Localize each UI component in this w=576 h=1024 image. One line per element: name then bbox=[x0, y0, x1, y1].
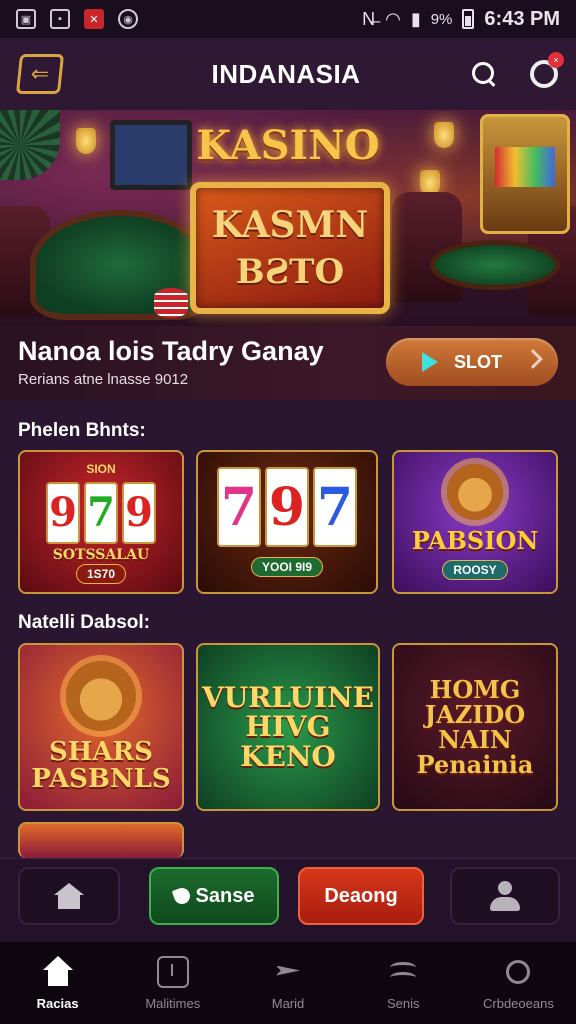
section-title: Natelli Dabsol: bbox=[18, 612, 150, 633]
slot-button-label: SLOT bbox=[454, 351, 502, 372]
notification-badge-icon: × bbox=[548, 52, 564, 68]
app-title: INDANASIA bbox=[211, 58, 361, 89]
clock-icon bbox=[156, 955, 189, 988]
camera-icon: ◉ bbox=[118, 9, 138, 29]
section-title: Phelen Bhnts: bbox=[18, 420, 146, 441]
nav-label: Racias bbox=[36, 995, 79, 1011]
tile-badge: ROOSY bbox=[442, 559, 508, 580]
tile-title: HOMG JAZIDO NAIN Penainia bbox=[416, 674, 534, 780]
bell-icon bbox=[502, 956, 534, 988]
reel: 7 bbox=[217, 467, 261, 547]
nav-label: Marid bbox=[271, 995, 305, 1011]
quick-actions-bar: Sanse Deaong bbox=[0, 858, 576, 942]
home-icon bbox=[42, 955, 74, 988]
bottom-nav: Racias Malitimes Marid Senis Crbdeoeans bbox=[0, 942, 576, 1024]
search-icon[interactable] bbox=[470, 60, 498, 88]
tile-badge: YOOI 9I9 bbox=[250, 557, 324, 577]
reel: 9 bbox=[122, 481, 156, 544]
clock-time: 6:43 PM bbox=[484, 7, 560, 30]
reel: 9 bbox=[265, 467, 309, 547]
lion-image bbox=[447, 464, 503, 521]
battery-icon bbox=[462, 9, 475, 29]
game-tile[interactable]: HOMG JAZIDO NAIN Penainia bbox=[392, 643, 558, 811]
app-notification-icon: ✕ bbox=[84, 9, 104, 29]
tile-badge: 1S70 bbox=[75, 564, 127, 585]
chips-image bbox=[154, 288, 188, 318]
tile-title: VURLUINE HIVG KENO bbox=[201, 680, 375, 773]
tile-title: SHARS PASBNLS bbox=[31, 736, 171, 794]
signal-icon: ▮ bbox=[410, 8, 421, 29]
nav-label: Senis bbox=[386, 995, 420, 1011]
green-action-label: Sanse bbox=[195, 884, 255, 907]
app-bar: ⇐ INDANASIA × bbox=[0, 38, 576, 110]
hero-banner[interactable]: KASINO KASMN BƧTO bbox=[0, 110, 576, 326]
nav-item-malitimes[interactable]: Malitimes bbox=[115, 942, 230, 1024]
red-action-button[interactable]: Deaong bbox=[298, 867, 424, 925]
red-action-label: Deaong bbox=[324, 884, 398, 907]
hero-title: KASINO bbox=[196, 122, 380, 169]
reel: 7 bbox=[84, 481, 118, 544]
gallery-icon: ▣ bbox=[16, 9, 36, 29]
game-tile[interactable]: VURLUINE HIVG KENO bbox=[196, 643, 380, 811]
hero-sign-line2: BƧTO bbox=[235, 252, 345, 292]
nav-item-senis[interactable]: Senis bbox=[346, 942, 461, 1024]
green-action-button[interactable]: Sanse bbox=[149, 867, 279, 925]
nfc-icon: N̶ bbox=[362, 8, 376, 29]
promo-strip: Nanoa lois Tadry Ganay Rerians atne lnas… bbox=[0, 326, 576, 400]
home-icon bbox=[54, 883, 84, 909]
play-icon bbox=[422, 352, 438, 372]
tile-title: SOTSSALAU bbox=[52, 546, 150, 563]
battery-percent: 9% bbox=[430, 10, 453, 28]
game-tile[interactable]: SHARS PASBNLS bbox=[18, 643, 184, 811]
back-arrow-icon: ⇐ bbox=[29, 61, 51, 86]
user-icon bbox=[488, 881, 522, 911]
lion-image bbox=[66, 660, 136, 731]
home-button[interactable] bbox=[18, 867, 120, 925]
waves-icon bbox=[387, 956, 419, 988]
slot-button[interactable]: SLOT bbox=[386, 338, 558, 386]
game-tile[interactable]: SION 9 7 9 SOTSSALAU 1S70 bbox=[18, 450, 184, 594]
chevron-right-icon bbox=[523, 349, 543, 369]
reels: 7 9 7 bbox=[217, 467, 357, 547]
game-tile[interactable]: PABSION ROOSY bbox=[392, 450, 558, 594]
status-bar: ▣ ▪ ✕ ◉ N̶ ◠ ▮ 9% 6:43 PM bbox=[0, 0, 576, 38]
tile-title: PABSION bbox=[411, 526, 539, 556]
nav-item-marid[interactable]: Marid bbox=[230, 942, 345, 1024]
nav-item-crbdeoeans[interactable]: Crbdeoeans bbox=[461, 942, 576, 1024]
heart-icon bbox=[171, 885, 192, 907]
reel: 9 bbox=[46, 481, 80, 544]
file-icon: ▪ bbox=[50, 9, 70, 29]
wifi-icon: ◠ bbox=[385, 8, 401, 29]
poker-table-image bbox=[430, 240, 560, 290]
game-tile[interactable] bbox=[18, 822, 184, 858]
hero-sign: KASMN BƧTO bbox=[190, 182, 390, 314]
back-button[interactable]: ⇐ bbox=[15, 54, 65, 94]
game-tile[interactable]: 7 9 7 YOOI 9I9 bbox=[196, 450, 378, 594]
notification-icon[interactable]: × bbox=[530, 52, 564, 88]
nav-label: Malitimes bbox=[145, 995, 201, 1011]
reel: 7 bbox=[313, 467, 357, 547]
profile-button[interactable] bbox=[450, 867, 560, 925]
plane-icon bbox=[272, 956, 304, 988]
nav-label: Crbdeoeans bbox=[483, 995, 554, 1011]
hero-sign-line1: KASMN bbox=[211, 204, 369, 246]
nav-item-home[interactable]: Racias bbox=[0, 942, 115, 1024]
tile-top-label: SION bbox=[86, 461, 116, 476]
reels: 9 7 9 bbox=[46, 481, 156, 544]
